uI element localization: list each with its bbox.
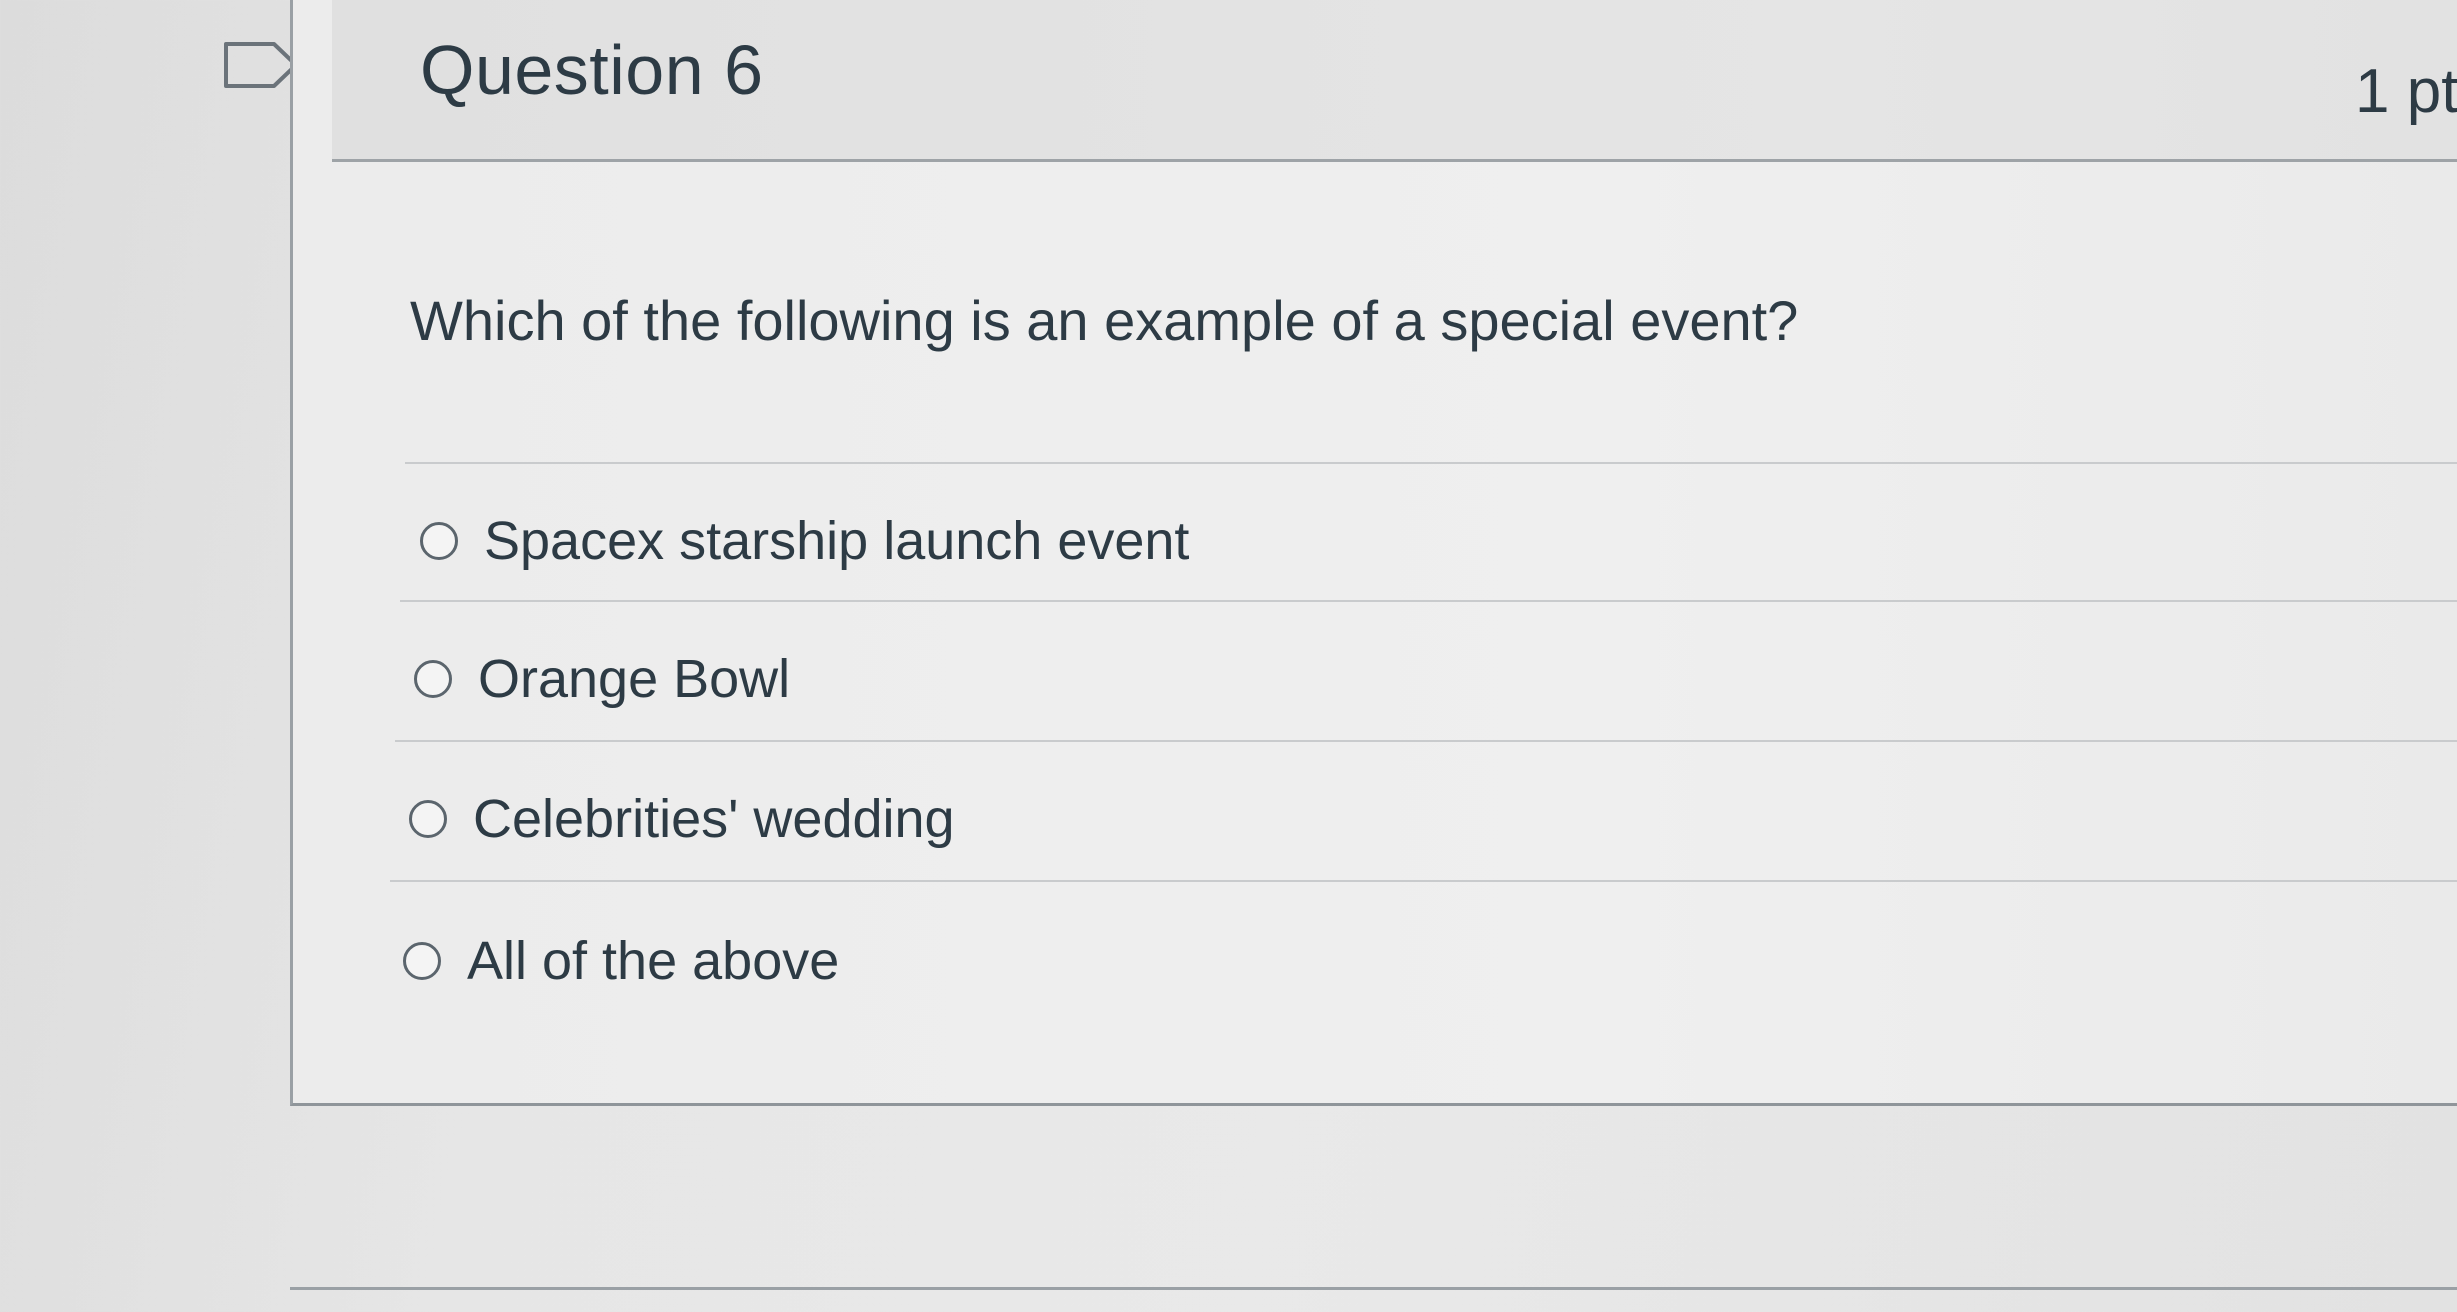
question-title: Question 6: [420, 31, 764, 109]
next-card-border: [290, 1287, 2457, 1290]
question-points: 1 pt: [2355, 57, 2457, 126]
answer-option-4[interactable]: All of the above: [403, 930, 839, 992]
divider: [390, 880, 2457, 882]
radio-unchecked-icon[interactable]: [414, 660, 452, 698]
divider: [395, 740, 2457, 742]
answer-label: Spacex starship launch event: [484, 511, 1190, 571]
radio-unchecked-icon[interactable]: [409, 800, 447, 838]
radio-unchecked-icon[interactable]: [420, 522, 458, 560]
divider: [405, 462, 2457, 464]
question-text: Which of the following is an example of …: [410, 289, 1799, 352]
divider: [400, 600, 2457, 602]
answer-option-1[interactable]: Spacex starship launch event: [420, 510, 1189, 572]
answer-label: All of the above: [467, 931, 840, 991]
answer-label: Celebrities' wedding: [473, 789, 955, 849]
answer-option-3[interactable]: Celebrities' wedding: [409, 788, 955, 850]
answer-option-2[interactable]: Orange Bowl: [414, 648, 790, 710]
radio-unchecked-icon[interactable]: [403, 942, 441, 980]
answer-label: Orange Bowl: [478, 649, 791, 709]
